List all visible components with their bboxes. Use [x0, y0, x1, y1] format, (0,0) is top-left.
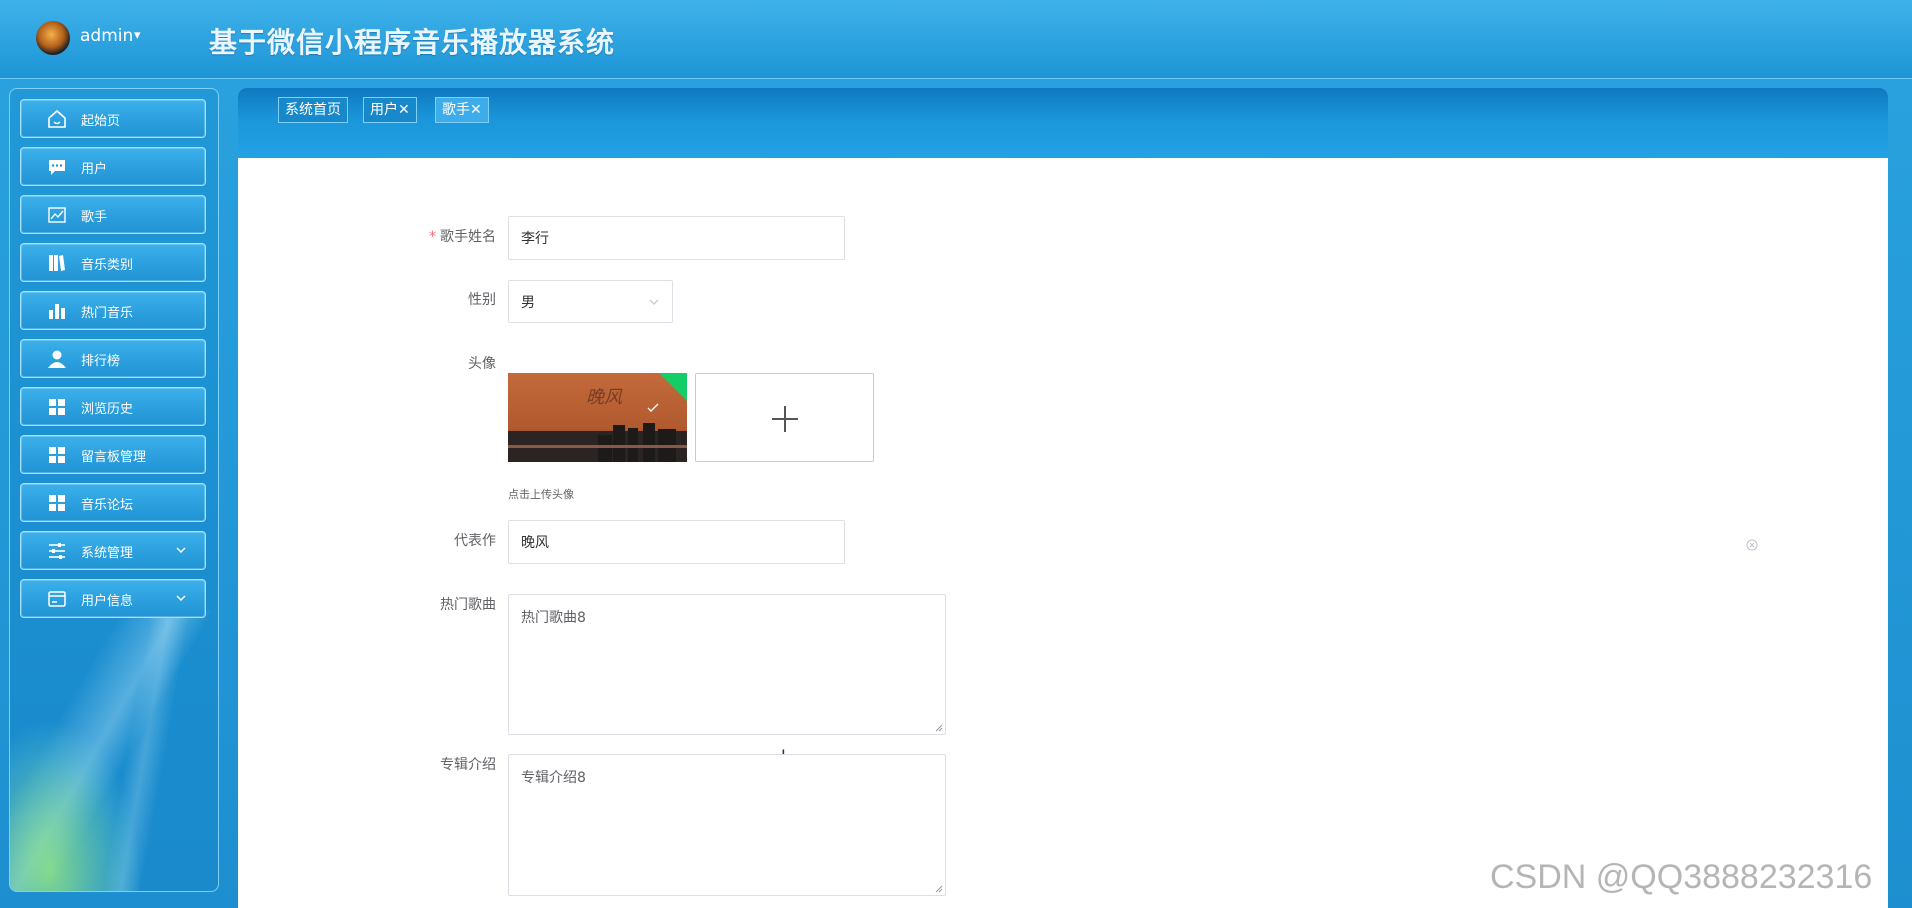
required-mark: * [429, 229, 436, 245]
singer-name-input[interactable]: 李行 [508, 216, 845, 260]
avatar-upload-tip: 点击上传头像 [508, 488, 574, 501]
resize-grip-icon[interactable] [935, 885, 943, 893]
sidebar-item-music-category[interactable]: 音乐类别 [20, 243, 206, 282]
sidebar-item-label: 排行榜 [81, 354, 121, 369]
trend-chart-icon [48, 207, 66, 223]
top-header: admin ▾ 基于微信小程序音乐播放器系统 [0, 0, 1912, 79]
tab-label: 歌手 [442, 102, 470, 118]
sidebar-item-hot-music[interactable]: 热门音乐 [20, 291, 206, 330]
sidebar-item-label: 浏览历史 [81, 402, 134, 417]
card-icon [48, 591, 66, 607]
chevron-down-icon [649, 299, 659, 305]
gender-value: 男 [521, 294, 535, 311]
sidebar-item-ranking[interactable]: 排行榜 [20, 339, 206, 378]
sidebar: 起始页 用户 歌手 音乐类别 热门音乐 排行榜 浏览历史 留言板管理 音乐论坛 … [9, 88, 219, 892]
album-intro-label: 专辑介绍 [440, 757, 496, 773]
user-dropdown-caret-icon[interactable]: ▾ [134, 28, 141, 43]
album-intro-textarea[interactable]: 专辑介绍8 [508, 754, 946, 896]
grid-icon [49, 495, 65, 511]
grid-icon [49, 399, 65, 415]
check-icon [647, 403, 659, 412]
sidebar-item-label: 热门音乐 [81, 306, 134, 321]
close-icon[interactable]: ✕ [470, 102, 482, 118]
avatar-label: 头像 [468, 356, 496, 372]
gender-select[interactable]: 男 [508, 280, 673, 323]
sidebar-item-label: 用户信息 [81, 594, 134, 609]
hot-songs-textarea[interactable]: 热门歌曲8 [508, 594, 946, 735]
singer-name-label: * 歌手姓名 [429, 229, 496, 245]
hot-songs-value: 热门歌曲8 [521, 610, 586, 626]
main-panel: 系统首页 用户✕ 歌手✕ * 歌手姓名 李行 性别 男 头像 晚风 点击上传头像… [238, 88, 1888, 908]
app-title: 基于微信小程序音乐播放器系统 [209, 26, 616, 59]
thumbnail-caption: 晚风 [586, 387, 622, 408]
watermark-text: CSDN @QQ3888232316 [1490, 858, 1873, 896]
sidebar-item-history[interactable]: 浏览历史 [20, 387, 206, 426]
tab-home[interactable]: 系统首页 [278, 97, 348, 123]
singer-name-value: 李行 [521, 231, 549, 247]
masterpiece-label: 代表作 [454, 533, 496, 549]
close-icon[interactable]: ✕ [398, 102, 410, 118]
admin-avatar[interactable] [36, 21, 70, 55]
chevron-down-icon [176, 595, 186, 601]
sidebar-item-label: 用户 [81, 162, 108, 177]
books-icon [49, 255, 65, 271]
tab-label: 用户 [370, 102, 398, 118]
uploaded-avatar-thumbnail[interactable]: 晚风 [508, 373, 687, 462]
plus-icon [772, 406, 798, 432]
sidebar-item-user-info[interactable]: 用户信息 [20, 579, 206, 618]
sidebar-item-label: 系统管理 [81, 546, 134, 561]
tab-bar: 系统首页 用户✕ 歌手✕ [238, 88, 1888, 158]
sidebar-item-home[interactable]: 起始页 [20, 99, 206, 138]
sidebar-item-message-board[interactable]: 留言板管理 [20, 435, 206, 474]
sidebar-item-users[interactable]: 用户 [20, 147, 206, 186]
sidebar-item-singers[interactable]: 歌手 [20, 195, 206, 234]
sidebar-item-label: 音乐论坛 [81, 498, 134, 513]
tab-singers[interactable]: 歌手✕ [435, 97, 489, 123]
person-icon [48, 350, 66, 368]
home-icon [48, 109, 66, 128]
tab-label: 系统首页 [285, 102, 341, 118]
chat-icon [49, 160, 65, 175]
sliders-icon [49, 543, 65, 559]
bar-chart-icon [49, 304, 65, 319]
sidebar-nav: 起始页 用户 歌手 音乐类别 热门音乐 排行榜 浏览历史 留言板管理 音乐论坛 … [20, 99, 206, 627]
masterpiece-value: 晚风 [521, 535, 549, 551]
grid-icon [49, 447, 65, 463]
sidebar-item-label: 歌手 [81, 210, 108, 225]
avatar-upload-button[interactable] [695, 373, 874, 462]
chevron-down-icon [176, 547, 186, 553]
gender-label: 性别 [468, 292, 496, 308]
singer-form: * 歌手姓名 李行 性别 男 头像 晚风 点击上传头像 代表作 晚风 热门歌曲 … [238, 158, 1888, 908]
album-intro-value: 专辑介绍8 [521, 770, 586, 786]
sidebar-item-label: 音乐类别 [81, 258, 134, 273]
sidebar-item-system-management[interactable]: 系统管理 [20, 531, 206, 570]
hot-songs-label: 热门歌曲 [440, 597, 496, 613]
tab-users[interactable]: 用户✕ [363, 97, 417, 123]
clear-circle-icon[interactable] [1746, 539, 1758, 551]
masterpiece-input[interactable]: 晚风 [508, 520, 845, 564]
user-name[interactable]: admin [80, 26, 133, 46]
sidebar-item-label: 起始页 [81, 114, 121, 129]
sidebar-item-forum[interactable]: 音乐论坛 [20, 483, 206, 522]
sidebar-decoration [10, 611, 218, 891]
upload-success-badge [659, 373, 687, 401]
sidebar-item-label: 留言板管理 [81, 450, 147, 465]
resize-grip-icon[interactable] [935, 724, 943, 732]
